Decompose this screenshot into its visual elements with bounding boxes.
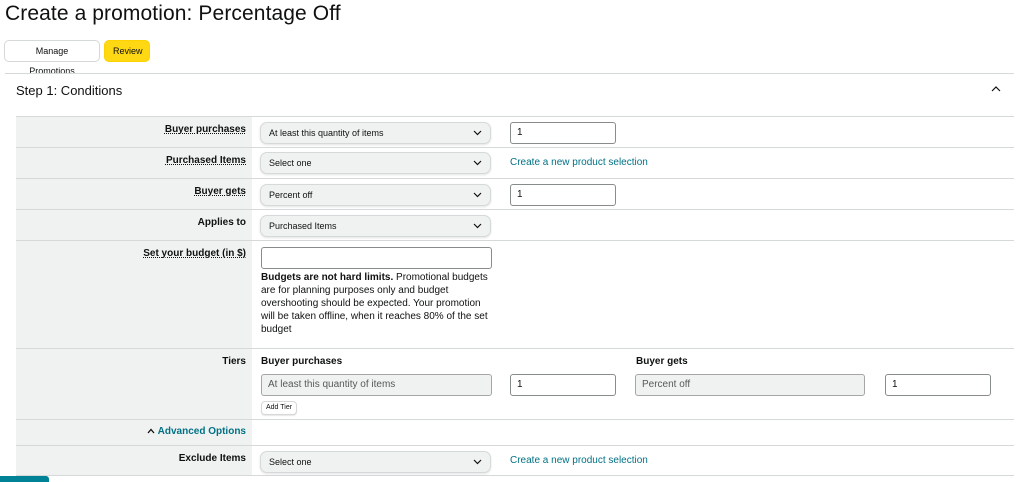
purchased-items-select[interactable]: Select one bbox=[260, 152, 491, 174]
budget-input[interactable] bbox=[261, 247, 492, 269]
step1-card: Step 1: Conditions Buyer purchases At le… bbox=[5, 73, 1014, 482]
chevron-down-icon bbox=[473, 459, 482, 465]
tier-buyer-purchases-header: Buyer purchases bbox=[261, 356, 343, 367]
budget-note: Budgets are not hard limits. Promotional… bbox=[261, 272, 488, 335]
chevron-down-icon bbox=[473, 192, 482, 198]
manage-promotions-button[interactable]: Manage Promotions bbox=[4, 40, 100, 76]
step1-title: Step 1: Conditions bbox=[16, 83, 123, 98]
row-purchased-items: Purchased Items Select one Create a new … bbox=[16, 147, 1014, 178]
buyer-gets-quantity-input[interactable]: 1 bbox=[510, 184, 616, 206]
buyer-purchases-quantity-input[interactable]: 1 bbox=[510, 122, 616, 144]
buyer-purchases-select[interactable]: At least this quantity of items bbox=[260, 122, 491, 144]
page-title: Create a promotion: Percentage Off bbox=[5, 2, 341, 25]
tier-buyer-gets-header: Buyer gets bbox=[636, 356, 688, 367]
chevron-down-icon bbox=[473, 223, 482, 229]
row-exclude-items: Exclude Items Select one Create a new pr… bbox=[16, 445, 1014, 476]
row-advanced-options: Advanced Options bbox=[16, 419, 1014, 445]
purchased-items-label: Purchased Items bbox=[165, 155, 246, 166]
row-tiers: Tiers Buyer purchases Buyer gets At leas… bbox=[16, 348, 1014, 419]
exclude-items-label: Exclude Items bbox=[178, 453, 246, 464]
exclude-items-select[interactable]: Select one bbox=[260, 451, 491, 473]
budget-label: Set your budget (in $) bbox=[143, 248, 246, 259]
buyer-gets-select[interactable]: Percent off bbox=[260, 184, 491, 206]
feedback-tab[interactable] bbox=[0, 476, 49, 482]
review-button[interactable]: Review bbox=[104, 40, 150, 62]
applies-to-select[interactable]: Purchased Items bbox=[260, 215, 491, 237]
exclude-create-product-selection-link[interactable]: Create a new product selection bbox=[510, 454, 648, 468]
chevron-down-icon bbox=[473, 160, 482, 166]
chevron-down-icon bbox=[473, 130, 482, 136]
buyer-gets-label: Buyer gets bbox=[194, 186, 246, 197]
tier-purchases-quantity-input[interactable]: 1 bbox=[510, 374, 616, 396]
advanced-options-toggle[interactable]: Advanced Options bbox=[147, 425, 246, 439]
row-budget: Set your budget (in $) Budgets are not h… bbox=[16, 240, 1014, 348]
create-product-selection-link[interactable]: Create a new product selection bbox=[510, 156, 648, 170]
row-applies-to: Applies to Purchased Items bbox=[16, 209, 1014, 240]
buyer-purchases-label: Buyer purchases bbox=[164, 124, 246, 135]
applies-to-label: Applies to bbox=[197, 217, 246, 228]
tier-gets-benefit-input: Percent off bbox=[635, 374, 865, 396]
tier-gets-quantity-input[interactable]: 1 bbox=[885, 374, 991, 396]
tiers-label: Tiers bbox=[222, 356, 246, 367]
chevron-up-icon bbox=[147, 428, 155, 434]
add-tier-button[interactable]: Add Tier bbox=[261, 401, 298, 415]
row-buyer-gets: Buyer gets Percent off 1 bbox=[16, 178, 1014, 209]
row-buyer-purchases: Buyer purchases At least this quantity o… bbox=[16, 116, 1014, 147]
chevron-up-icon[interactable] bbox=[991, 84, 1001, 94]
tier-purchases-condition-input: At least this quantity of items bbox=[261, 374, 492, 396]
